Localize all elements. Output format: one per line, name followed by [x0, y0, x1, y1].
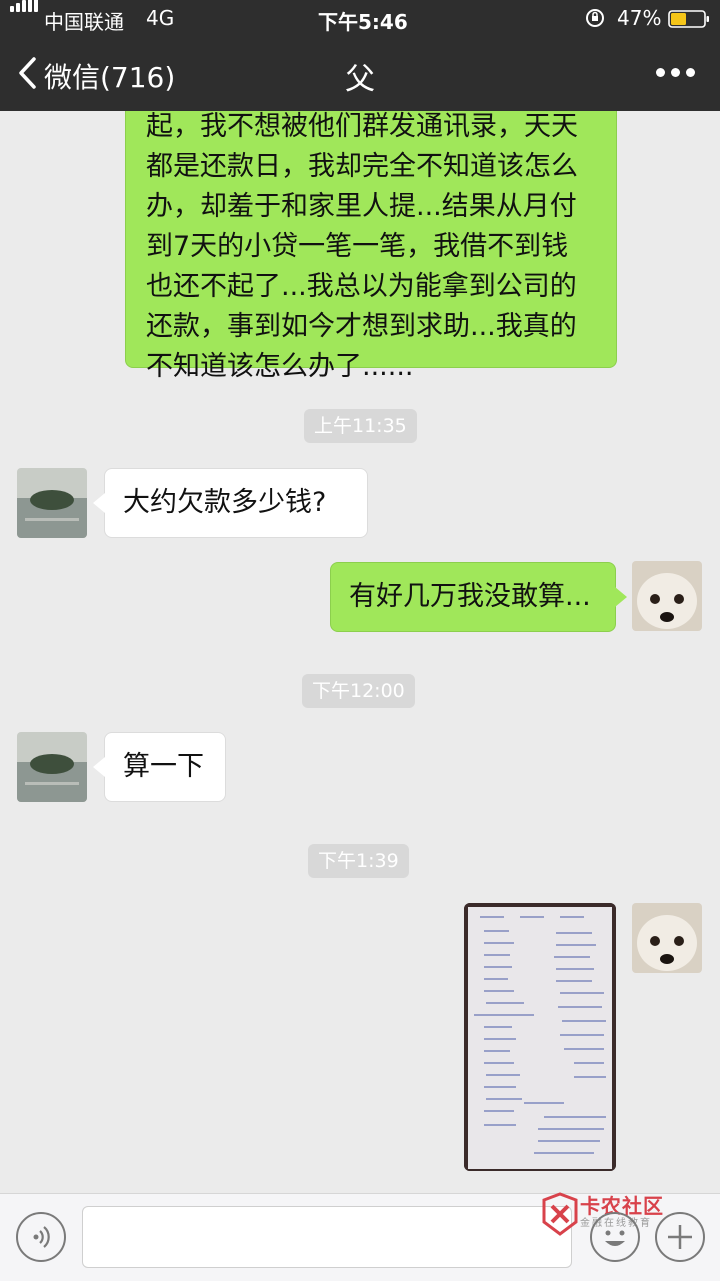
- timestamp: 上午11:35: [304, 409, 417, 443]
- emoji-icon[interactable]: [590, 1212, 640, 1262]
- status-time: 下午5:46: [318, 10, 408, 34]
- user-avatar[interactable]: [632, 561, 702, 631]
- navigation-bar: 微信(716) 父: [0, 36, 720, 111]
- status-bar: 中国联通 4G 下午5:46 47%: [0, 0, 720, 36]
- battery-percentage: 47%: [617, 6, 662, 30]
- message-text: 起，我不想被他们群发通讯录，天天 都是还款日，我却完全不知道该怎么 办，却羞于和…: [146, 111, 578, 382]
- contact-avatar[interactable]: [17, 732, 87, 802]
- message-text: 算一下: [123, 751, 204, 782]
- voice-icon[interactable]: [16, 1212, 66, 1262]
- more-icon[interactable]: [656, 68, 696, 78]
- message-bubble-received[interactable]: 大约欠款多少钱?: [93, 468, 368, 538]
- app-header: 中国联通 4G 下午5:46 47% 微信(716) 父: [0, 0, 720, 111]
- timestamp: 下午1:39: [308, 844, 409, 878]
- input-bar: 卡农社区 金融在线教育: [0, 1192, 720, 1281]
- plus-icon[interactable]: [655, 1212, 705, 1262]
- message-bubble-sent[interactable]: 起，我不想被他们群发通讯录，天天 都是还款日，我却完全不知道该怎么 办，却羞于和…: [125, 90, 617, 382]
- message-bubble-received[interactable]: 算一下: [93, 732, 226, 802]
- network-type: 4G: [146, 6, 175, 30]
- battery-icon: [668, 10, 709, 28]
- user-avatar[interactable]: [632, 903, 702, 973]
- message-bubble-sent[interactable]: 有好几万我没敢算...: [330, 562, 627, 632]
- contact-avatar[interactable]: [17, 468, 87, 538]
- carrier-name: 中国联通: [44, 10, 124, 34]
- chat-title: 父: [345, 62, 375, 97]
- timestamp: 下午12:00: [302, 674, 415, 708]
- message-text: 大约欠款多少钱?: [123, 487, 327, 518]
- message-text: 有好几万我没敢算...: [349, 581, 591, 612]
- image-message[interactable]: [464, 903, 616, 1171]
- rotation-lock-icon: [586, 9, 604, 27]
- message-input[interactable]: [82, 1206, 572, 1268]
